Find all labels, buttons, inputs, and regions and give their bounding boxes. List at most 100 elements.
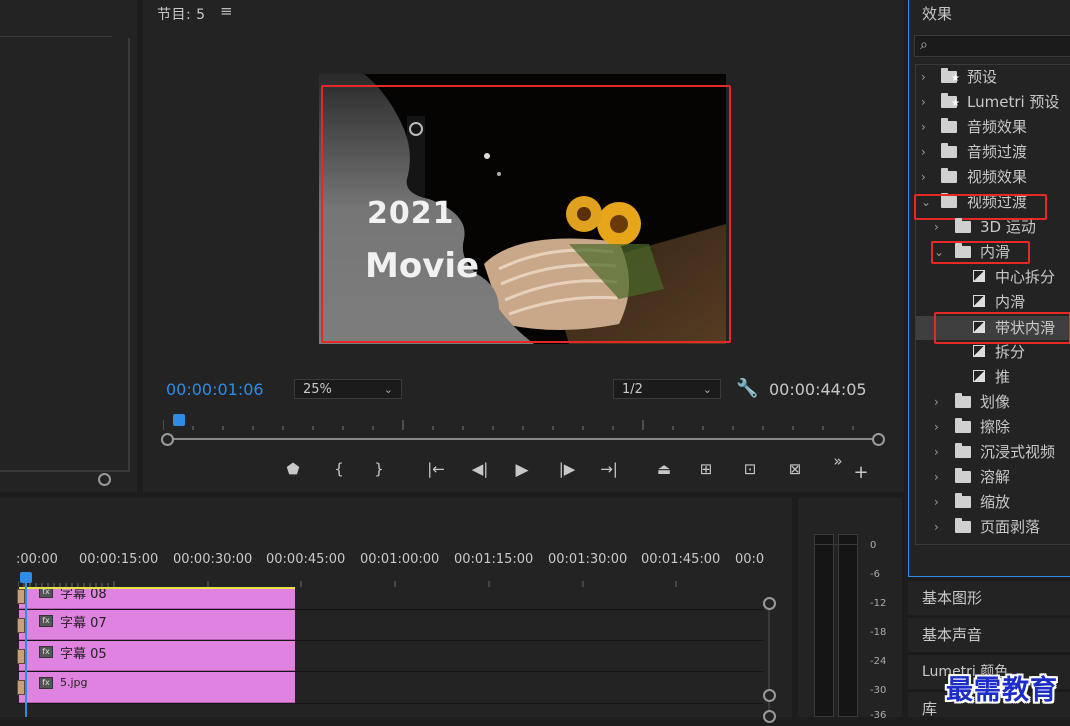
tree-item-label: 缩放 — [980, 493, 1011, 511]
step-forward-icon[interactable]: |▶ — [555, 460, 579, 478]
lift-icon[interactable]: ⏏ — [652, 460, 676, 478]
timeline-panel: :00:00 00:00:15:00 00:00:30:00 00:00:45:… — [0, 498, 792, 723]
tree-item-label: 3D 运动 — [980, 218, 1036, 236]
clip-trim-handle[interactable] — [17, 589, 25, 604]
wrench-icon[interactable]: 🔧 — [736, 378, 758, 399]
transition-icon — [973, 345, 985, 357]
chevron-right-icon: › — [934, 495, 939, 509]
more-icon[interactable]: » — [826, 452, 850, 470]
track-divider — [18, 703, 763, 704]
play-icon[interactable]: ▶ — [510, 460, 534, 480]
program-time-ruler[interactable] — [163, 414, 877, 430]
search-icon: ⌕ — [920, 37, 928, 53]
program-playhead[interactable] — [173, 414, 185, 426]
effects-panel-title[interactable]: 效果 — [922, 3, 952, 24]
panel-tab-underline — [0, 36, 112, 37]
folder-icon — [941, 118, 957, 133]
timeline-playhead-line[interactable] — [25, 575, 27, 717]
zoom-select[interactable]: 25% ⌄ — [294, 379, 402, 399]
essential-sound-tab[interactable]: 基本声音 — [908, 616, 1070, 652]
audio-meter-left — [814, 534, 834, 717]
mark-out-icon[interactable]: } — [367, 460, 391, 478]
timeline-clip-title-05[interactable]: fx 字幕 05 — [19, 641, 295, 671]
source-panel-content — [0, 38, 130, 472]
resolution-value: 1/2 — [622, 382, 643, 397]
timeline-ruler[interactable] — [18, 573, 763, 587]
scrollbar-bottom-handle[interactable] — [763, 689, 776, 702]
ruler-label: 00:01:00:00 — [360, 552, 440, 567]
tree-item-label: 拆分 — [995, 343, 1026, 361]
folder-icon — [955, 393, 971, 408]
transition-icon — [973, 295, 985, 307]
scrollbar-top-handle[interactable] — [763, 597, 776, 610]
ruler-label: 00:0 — [735, 552, 765, 567]
folder-icon — [955, 443, 971, 458]
scrollbar-end-handle[interactable] — [872, 433, 885, 446]
chevron-down-icon: ⌄ — [702, 383, 712, 396]
chevron-right-icon: › — [934, 220, 939, 234]
add-button-icon[interactable]: + — [849, 462, 873, 483]
duration-timecode: 00:00:44:05 — [769, 380, 867, 399]
clip-trim-handle[interactable] — [17, 680, 25, 695]
tree-item-label: 擦除 — [980, 418, 1011, 436]
ruler-label: 00:00:45:00 — [266, 552, 346, 567]
hamburger-icon[interactable]: ≡ — [220, 2, 233, 20]
audio-meter-panel: 0 -6 -12 -18 -24 -30 -36 — [798, 498, 902, 721]
effects-search-input[interactable]: ⌕ — [914, 35, 1070, 57]
clip-trim-handle[interactable] — [17, 649, 25, 664]
timeline-clip-title-07[interactable]: fx 字幕 07 — [19, 610, 295, 640]
folder-icon — [955, 493, 971, 508]
folder-icon — [955, 418, 971, 433]
tree-item-label: 溶解 — [980, 468, 1011, 486]
go-to-out-icon[interactable]: →| — [597, 460, 621, 478]
chevron-right-icon: › — [934, 445, 939, 459]
clip-label: 字幕 08 — [60, 589, 107, 602]
db-label: -18 — [870, 627, 887, 638]
chevron-right-icon: › — [921, 145, 926, 159]
ruler-label: :00:00 — [16, 552, 58, 567]
chevron-right-icon: › — [934, 470, 939, 484]
ruler-label: 00:01:30:00 — [548, 552, 628, 567]
program-monitor-title[interactable]: 节目: 5 — [157, 4, 206, 24]
db-label: -12 — [870, 598, 887, 609]
watermark-logo: 最需教育 — [946, 675, 1058, 706]
go-to-in-icon[interactable]: |← — [424, 460, 448, 478]
zoom-value: 25% — [303, 382, 332, 397]
tree-item-label: Lumetri 预设 — [967, 93, 1060, 111]
timeline-clip-title-08[interactable]: fx 字幕 08 — [19, 589, 295, 609]
step-back-icon[interactable]: ◀| — [468, 460, 492, 478]
tree-item-label: 音频效果 — [967, 118, 1028, 136]
folder-icon — [941, 143, 957, 158]
essential-graphics-tab[interactable]: 基本图形 — [908, 579, 1070, 615]
fx-badge: fx — [39, 589, 53, 598]
ruler-label: 00:01:45:00 — [641, 552, 721, 567]
mark-in-icon[interactable]: { — [327, 460, 351, 478]
ruler-label: 00:00:15:00 — [79, 552, 159, 567]
timeline-playhead[interactable] — [20, 572, 32, 583]
highlight-box-preview — [321, 85, 731, 343]
marker-icon[interactable]: ⬟ — [281, 460, 305, 478]
overwrite-icon[interactable]: ⊠ — [783, 460, 807, 478]
folder-icon — [941, 168, 957, 183]
clip-label: 5.jpg — [60, 676, 88, 689]
db-label: -30 — [870, 685, 887, 696]
clip-label: 字幕 07 — [60, 616, 107, 631]
folder-icon — [955, 518, 971, 533]
highlight-box-slide-folder — [931, 241, 1030, 264]
resolution-select[interactable]: 1/2 ⌄ — [613, 379, 721, 399]
current-timecode[interactable]: 00:00:01:06 — [166, 380, 264, 399]
timeline-clip-image-5[interactable]: fx 5.jpg — [19, 672, 295, 703]
tree-item-label: 内滑 — [995, 293, 1026, 311]
extract-icon[interactable]: ⊞ — [694, 460, 718, 478]
clip-trim-handle[interactable] — [17, 618, 25, 633]
insert-icon[interactable]: ⊡ — [738, 460, 762, 478]
zoom-scrollbar[interactable] — [167, 438, 877, 440]
audio-meter-right — [838, 534, 858, 717]
scrollbar-start-handle[interactable] — [161, 433, 174, 446]
tree-item-label: 沉浸式视频 — [980, 443, 1056, 461]
ruler-label: 00:00:30:00 — [173, 552, 253, 567]
chevron-right-icon: › — [934, 420, 939, 434]
fx-badge: fx — [39, 615, 53, 627]
tree-item-label: 视频效果 — [967, 168, 1028, 186]
scroll-handle[interactable] — [98, 473, 111, 486]
